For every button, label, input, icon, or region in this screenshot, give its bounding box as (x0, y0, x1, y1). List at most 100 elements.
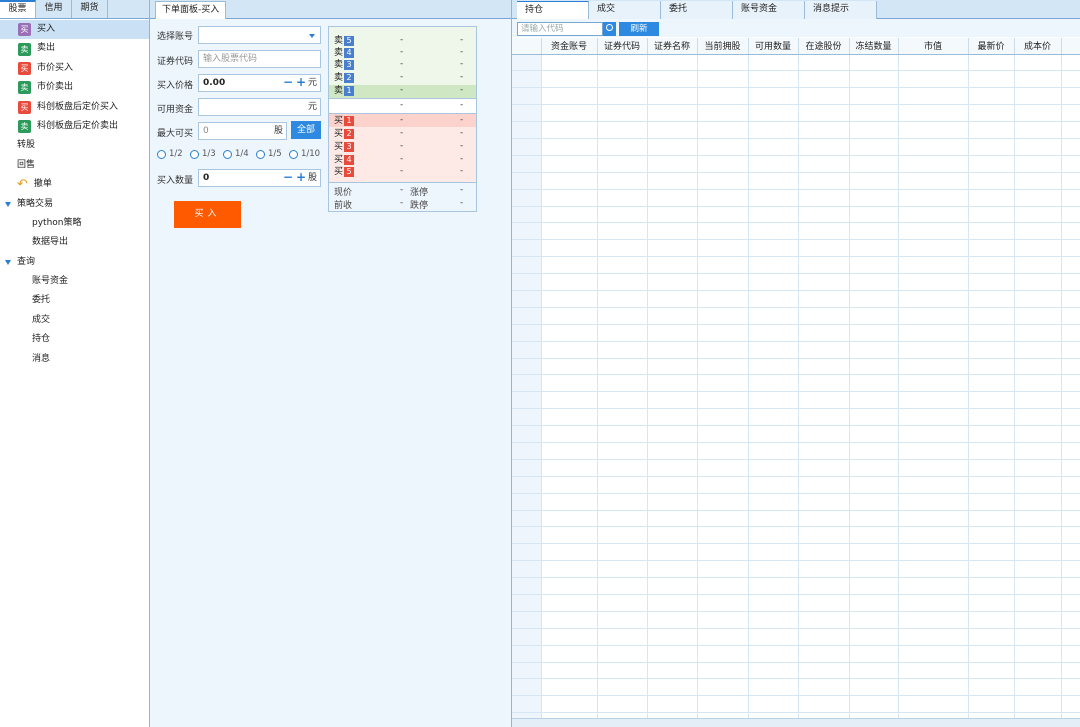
table-row[interactable] (512, 70, 1080, 89)
table-row[interactable] (512, 408, 1080, 427)
price-stepper[interactable]: 0.00 − + 元 (198, 74, 321, 92)
buy-level-3[interactable]: 买3 (334, 141, 355, 153)
account-select[interactable] (198, 26, 321, 44)
table-row[interactable] (512, 594, 1080, 612)
tree-item-star-after-sell[interactable]: 卖 科创板盘后定价卖出 (0, 117, 149, 136)
table-row[interactable] (512, 87, 1080, 106)
tab-credit[interactable]: 信用 (36, 0, 72, 18)
column-header[interactable]: 可用数量 (748, 38, 799, 55)
table-row[interactable] (512, 222, 1080, 241)
table-row[interactable] (512, 138, 1080, 156)
table-row[interactable] (512, 611, 1080, 629)
tree-item-deals[interactable]: 成交 (0, 311, 149, 330)
table-row[interactable] (512, 155, 1080, 173)
tree-group-query[interactable]: 查询 (0, 253, 149, 272)
table-row[interactable] (512, 341, 1080, 359)
tree-item-python[interactable]: python策略 (0, 214, 149, 233)
table-row[interactable] (512, 189, 1080, 207)
tab-deals[interactable]: 成交 (589, 1, 661, 19)
table-row[interactable] (512, 324, 1080, 342)
column-header[interactable]: 证券代码 (597, 38, 648, 55)
sell-level-3[interactable]: 卖3 (334, 59, 355, 71)
table-row[interactable] (512, 256, 1080, 275)
table-row[interactable] (512, 358, 1080, 376)
table-row[interactable] (512, 493, 1080, 511)
ratio-radio-half[interactable]: 1/2 (157, 149, 183, 159)
ratio-radio-quarter[interactable]: 1/4 (223, 149, 249, 159)
table-row[interactable] (512, 54, 1080, 72)
table-row[interactable] (512, 273, 1080, 291)
tree-item-cancel[interactable]: ↶ 撤单 (0, 175, 149, 194)
table-row[interactable] (512, 391, 1080, 410)
buy-level-1[interactable]: 买1 (334, 115, 355, 127)
table-row[interactable] (512, 442, 1080, 460)
table-row[interactable] (512, 526, 1080, 545)
tab-messages[interactable]: 消息提示 (805, 1, 877, 19)
horizontal-scrollbar[interactable] (512, 718, 1080, 727)
table-row[interactable] (512, 695, 1080, 714)
plus-icon[interactable]: + (296, 74, 306, 90)
ratio-radio-tenth[interactable]: 1/10 (289, 149, 320, 159)
minus-icon[interactable]: − (283, 169, 293, 185)
table-row[interactable] (512, 425, 1080, 443)
table-row[interactable] (512, 239, 1080, 258)
tree-item-account-funds[interactable]: 账号资金 (0, 272, 149, 291)
quantity-stepper[interactable]: 0 − + 股 (198, 169, 321, 187)
table-row[interactable] (512, 374, 1080, 393)
tree-item-messages[interactable]: 消息 (0, 350, 149, 369)
table-row[interactable] (512, 628, 1080, 646)
table-row[interactable] (512, 678, 1080, 697)
tab-order-buy[interactable]: 下单面板-买入 (155, 1, 227, 19)
tab-account-funds[interactable]: 账号资金 (733, 1, 805, 19)
plus-icon[interactable]: + (296, 169, 306, 185)
tree-item-buy[interactable]: 买 买入 (0, 20, 149, 40)
column-header[interactable]: 成本价 (1014, 38, 1062, 55)
tree-item-market-sell[interactable]: 卖 市价卖出 (0, 78, 149, 97)
tree-item-resale[interactable]: 回售 (0, 156, 149, 175)
tree-item-market-buy[interactable]: 买 市价买入 (0, 59, 149, 78)
tree-group-strategy[interactable]: 策略交易 (0, 195, 149, 214)
table-row[interactable] (512, 121, 1080, 139)
tree-item-export[interactable]: 数据导出 (0, 233, 149, 252)
minus-icon[interactable]: − (283, 74, 293, 90)
tree-item-star-after-buy[interactable]: 买 科创板盘后定价买入 (0, 98, 149, 117)
table-row[interactable] (512, 560, 1080, 579)
table-row[interactable] (512, 476, 1080, 494)
refresh-button[interactable]: 刷新 (619, 22, 659, 36)
sell-level-1[interactable]: 卖1 (334, 85, 355, 97)
sell-level-4[interactable]: 卖4 (334, 47, 355, 59)
sell-level-5[interactable]: 卖5 (334, 35, 355, 47)
buy-level-5[interactable]: 买5 (334, 166, 355, 178)
tree-item-transfer[interactable]: 转股 (0, 136, 149, 155)
tab-positions[interactable]: 持仓 (517, 1, 589, 19)
column-header[interactable]: 冻结数量 (849, 38, 899, 55)
table-row[interactable] (512, 104, 1080, 123)
column-header[interactable]: 当前拥股 (697, 38, 749, 55)
column-header[interactable]: 资金账号 (541, 38, 598, 55)
tab-futures[interactable]: 期货 (72, 0, 108, 18)
all-button[interactable]: 全部 (291, 121, 321, 139)
table-row[interactable] (512, 290, 1080, 308)
table-row[interactable] (512, 543, 1080, 562)
search-icon[interactable] (603, 22, 616, 36)
tree-item-orders[interactable]: 委托 (0, 291, 149, 310)
table-row[interactable] (512, 510, 1080, 528)
ratio-radio-fifth[interactable]: 1/5 (256, 149, 282, 159)
tree-item-positions[interactable]: 持仓 (0, 330, 149, 349)
tree-item-sell[interactable]: 卖 卖出 (0, 39, 149, 58)
table-row[interactable] (512, 459, 1080, 477)
table-row[interactable] (512, 172, 1080, 190)
code-input[interactable]: 输入股票代码 (198, 50, 321, 68)
buy-submit-button[interactable]: 买入 (174, 201, 241, 228)
column-header[interactable]: 市值 (898, 38, 969, 55)
column-header[interactable]: 在途股份 (798, 38, 850, 55)
tab-stock[interactable]: 股票 (0, 0, 36, 18)
ratio-radio-third[interactable]: 1/3 (190, 149, 216, 159)
buy-level-2[interactable]: 买2 (334, 128, 355, 140)
sell-level-2[interactable]: 卖2 (334, 72, 355, 84)
column-header[interactable]: 最新价 (968, 38, 1015, 55)
table-row[interactable] (512, 307, 1080, 325)
table-row[interactable] (512, 206, 1080, 224)
table-row[interactable] (512, 662, 1080, 680)
buy-level-4[interactable]: 买4 (334, 154, 355, 166)
